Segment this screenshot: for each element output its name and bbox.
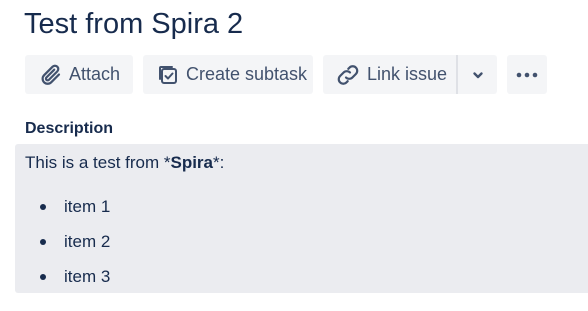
issue-title[interactable]: Test from Spira 2 <box>24 4 243 44</box>
link-issue-button[interactable]: Link issue <box>323 55 456 94</box>
issue-view: Test from Spira 2 Attach Create subtask <box>0 0 588 311</box>
more-horizontal-icon <box>515 71 539 79</box>
description-bullet-list: item 1 item 2 item 3 <box>25 196 110 301</box>
description-text-bold: Spira <box>170 153 214 172</box>
more-actions-button[interactable] <box>507 55 547 94</box>
subtask-checkbox-icon <box>156 63 180 87</box>
list-item-label: item 2 <box>64 232 111 251</box>
list-item: item 1 <box>25 196 110 231</box>
link-icon <box>335 63 361 87</box>
attach-button[interactable]: Attach <box>25 55 133 94</box>
list-item-label: item 1 <box>64 197 111 216</box>
attach-button-label: Attach <box>69 64 121 84</box>
link-issue-menu-button[interactable] <box>458 55 497 94</box>
description-heading: Description <box>25 120 114 137</box>
description-field[interactable]: This is a test from *Spira*: item 1 item… <box>15 144 588 293</box>
create-subtask-button[interactable]: Create subtask <box>143 55 313 94</box>
list-item: item 3 <box>25 266 110 301</box>
list-item-label: item 3 <box>64 267 111 286</box>
create-subtask-button-label: Create subtask <box>186 64 308 84</box>
link-issue-button-label: Link issue <box>367 64 448 84</box>
bullet-icon <box>40 204 46 210</box>
description-paragraph: This is a test from *Spira*: <box>25 152 224 174</box>
bullet-icon <box>40 239 46 245</box>
chevron-down-icon <box>471 68 485 82</box>
description-text-suffix: *: <box>213 153 225 172</box>
list-item: item 2 <box>25 231 110 266</box>
description-text-prefix: This is a test from * <box>25 153 171 172</box>
bullet-icon <box>40 274 46 280</box>
paperclip-icon <box>39 63 63 87</box>
